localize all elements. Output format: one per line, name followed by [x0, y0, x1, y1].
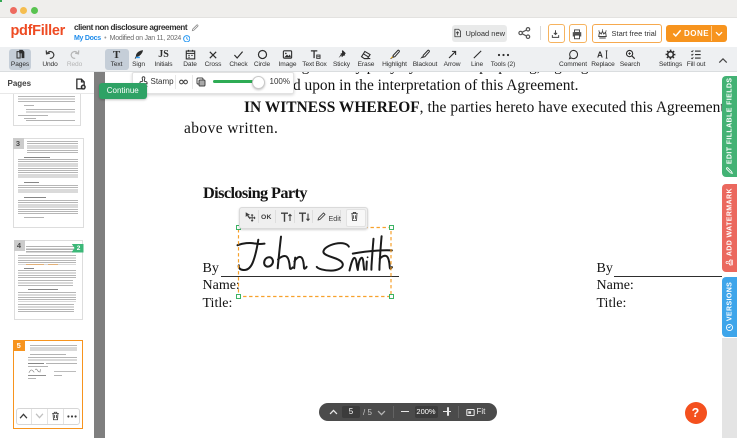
svg-text:A: A: [597, 50, 603, 59]
